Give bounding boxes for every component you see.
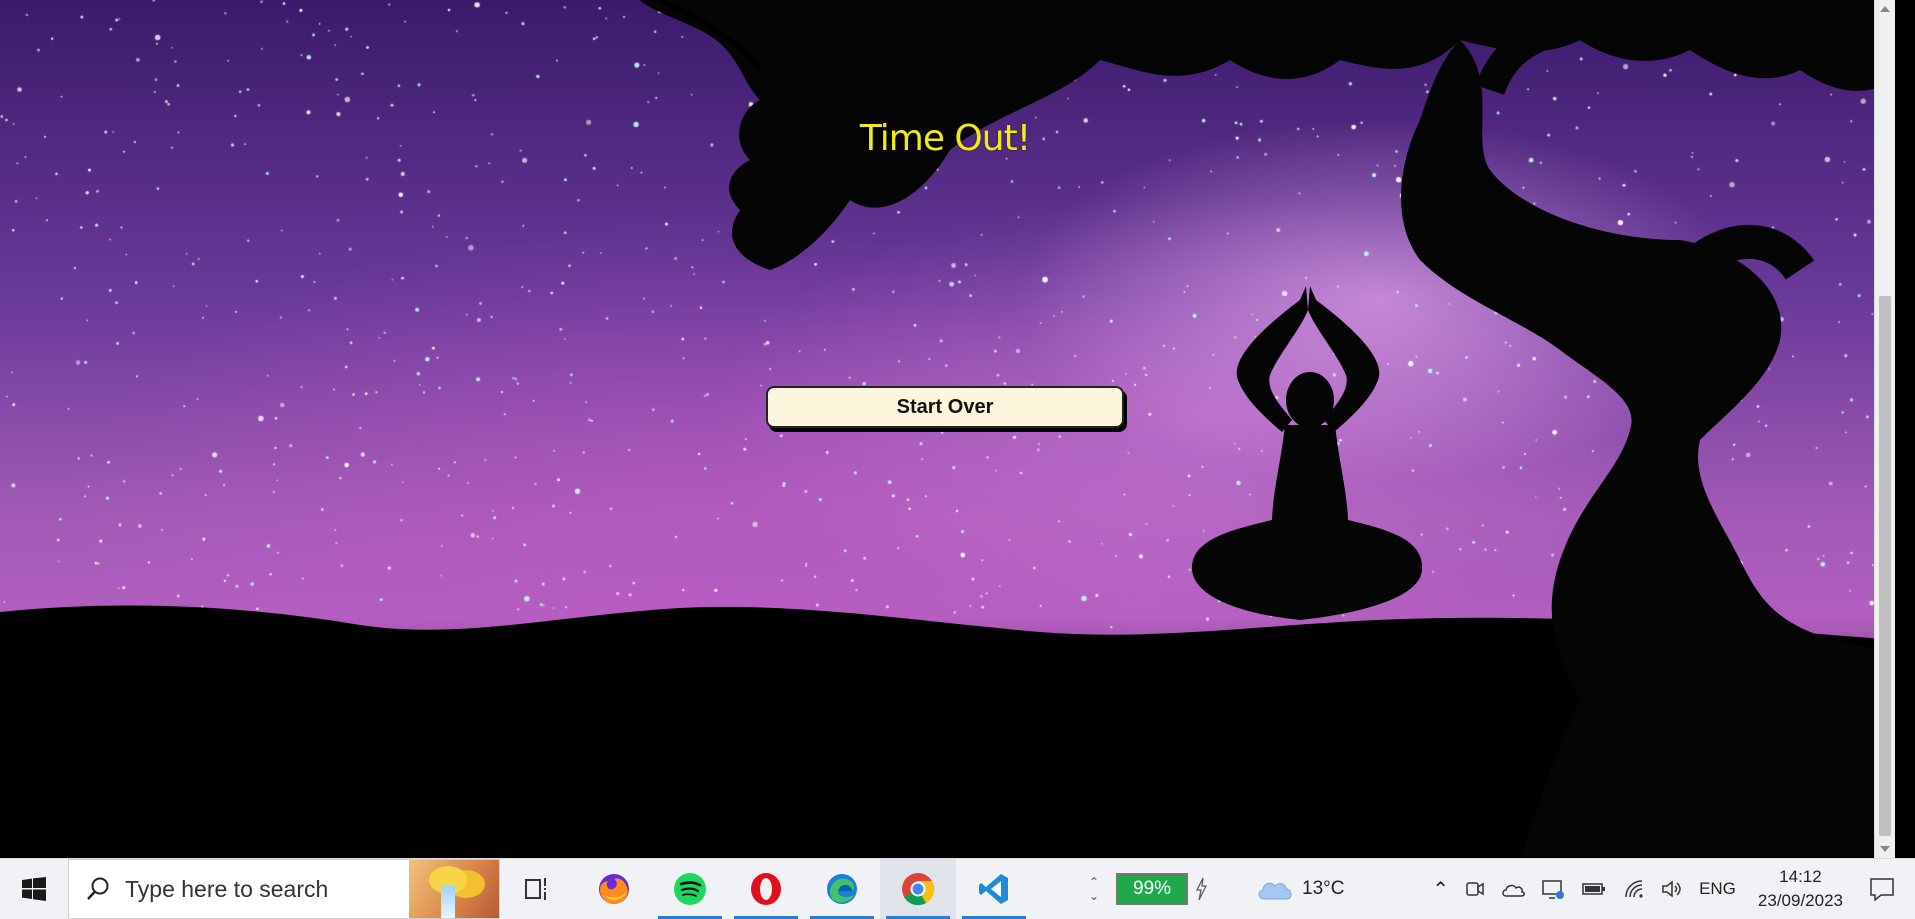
search-input[interactable] (123, 874, 407, 904)
system-clock[interactable]: 14:12 23/09/2023 (1744, 865, 1857, 913)
web-page-viewport: Time Out! Start Over (0, 0, 1895, 858)
language-indicator[interactable]: ENG (1691, 859, 1744, 919)
tray-volume[interactable] (1653, 859, 1691, 919)
vscode-icon (979, 874, 1008, 904)
edge-icon (827, 874, 857, 904)
charging-bolt-icon (1196, 877, 1207, 901)
clock-date: 23/09/2023 (1757, 891, 1843, 910)
wifi-icon (1625, 880, 1643, 898)
monitor-shield-icon (1542, 880, 1565, 899)
notifications-button[interactable] (1857, 859, 1915, 919)
taskbar-app-vscode[interactable] (956, 859, 1032, 919)
notification-icon (1870, 878, 1894, 901)
battery-widget[interactable]: 99% (1116, 873, 1208, 905)
firefox-icon (599, 874, 629, 905)
start-over-button[interactable]: Start Over (766, 386, 1124, 428)
start-button[interactable] (0, 859, 68, 919)
taskbar-app-spotify[interactable] (652, 859, 728, 919)
windows-taskbar: ⌃ ⌄ 99% 13°C ⌃ (0, 858, 1915, 919)
cloud-icon (1258, 882, 1292, 900)
onedrive-cloud-icon (1502, 884, 1525, 897)
weather-widget[interactable]: 13°C (1248, 859, 1352, 919)
spotify-icon (674, 873, 706, 905)
battery-icon (1582, 883, 1606, 895)
chrome-icon (902, 873, 935, 906)
scroll-up-arrow[interactable] (1880, 6, 1890, 12)
tray-onedrive[interactable] (1493, 859, 1533, 919)
opera-icon (751, 873, 781, 905)
weather-temperature: 13°C (1302, 878, 1345, 899)
chevron-up-icon: ⌃ (1432, 878, 1450, 901)
tray-meet-now[interactable] (1457, 859, 1493, 919)
taskbar-search-box[interactable] (68, 859, 500, 919)
taskbar-app-chrome[interactable] (880, 859, 956, 919)
tray-battery[interactable] (1573, 859, 1615, 919)
tray-security[interactable] (1533, 859, 1573, 919)
taskbar-app-opera[interactable] (728, 859, 804, 919)
speaker-icon (1662, 880, 1681, 898)
taskbar-app-firefox[interactable] (576, 859, 652, 919)
vertical-scrollbar[interactable] (1874, 0, 1895, 858)
taskbar-scroll-arrows[interactable]: ⌃ ⌄ (1082, 859, 1106, 919)
scroll-down-arrow[interactable] (1880, 846, 1890, 852)
tray-wifi[interactable] (1615, 859, 1653, 919)
page-title: Time Out! (859, 118, 1031, 159)
chevron-down-icon[interactable]: ⌄ (1089, 889, 1099, 903)
camera-icon (1466, 882, 1484, 896)
chevron-up-icon[interactable]: ⌃ (1089, 875, 1099, 889)
battery-percent: 99% (1116, 873, 1188, 905)
clock-time: 14:12 (1779, 867, 1822, 886)
show-hidden-icons-button[interactable]: ⌃ (1424, 859, 1457, 919)
search-icon (87, 877, 109, 900)
task-view-button[interactable] (500, 859, 576, 919)
taskbar-app-edge[interactable] (804, 859, 880, 919)
scrollbar-thumb[interactable] (1879, 296, 1891, 836)
search-highlight-image (409, 860, 499, 918)
windows-logo-icon (22, 877, 46, 901)
task-view-icon (525, 878, 546, 900)
